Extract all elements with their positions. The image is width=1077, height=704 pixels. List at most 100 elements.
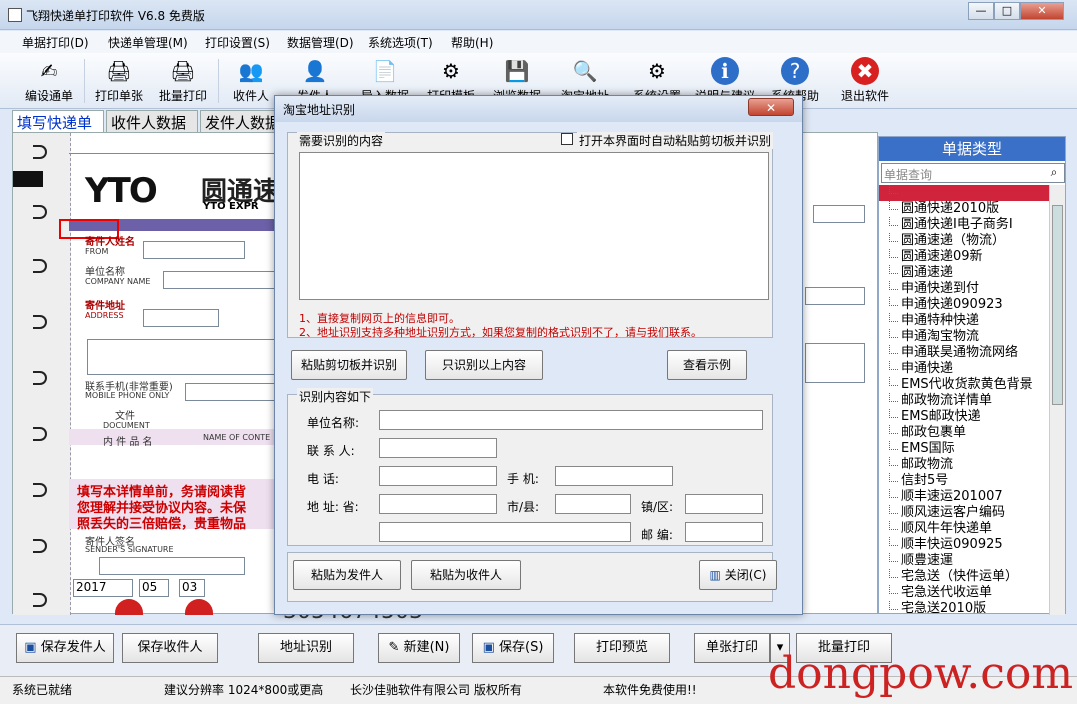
month-input[interactable]: 05 bbox=[139, 579, 169, 597]
watermark: dongpow.com bbox=[768, 648, 1074, 699]
new-icon: ✎ bbox=[388, 640, 400, 655]
template-item[interactable]: 申通快递 bbox=[879, 361, 1049, 377]
view-example-button[interactable]: 查看示例 bbox=[667, 350, 747, 380]
template-item[interactable]: 信封5号 bbox=[879, 473, 1049, 489]
paste-recognize-button[interactable]: 粘贴剪切板并识别 bbox=[291, 350, 407, 380]
menu-print-settings[interactable]: 打印设置(S) bbox=[205, 34, 270, 51]
town-input[interactable] bbox=[685, 494, 763, 514]
auto-recognize-checkbox[interactable] bbox=[561, 133, 573, 145]
address-recognize-button[interactable]: 地址识别 bbox=[258, 633, 354, 663]
minimize-button[interactable]: — bbox=[968, 2, 994, 20]
toolbar-batch-print-button[interactable]: 🖨 批量打印 bbox=[150, 55, 216, 107]
toolbar-exit-button[interactable]: ✖ 退出软件 bbox=[832, 55, 898, 107]
template-item[interactable]: 申通快递到付 bbox=[879, 281, 1049, 297]
template-item[interactable]: 圆通速递（物流） bbox=[879, 233, 1049, 249]
person-icon: 👤 bbox=[302, 59, 328, 83]
auto-recognize-label: 打开本界面时自动粘贴剪切板并识别 bbox=[577, 132, 774, 149]
template-item[interactable]: 申通淘宝物流 bbox=[879, 329, 1049, 345]
menu-help[interactable]: 帮助(H) bbox=[451, 34, 493, 51]
template-item[interactable]: 邮政包裹单 bbox=[879, 425, 1049, 441]
mobile-input[interactable] bbox=[555, 466, 673, 486]
day-input[interactable]: 03 bbox=[179, 579, 205, 597]
template-item[interactable]: 邮政物流详情单 bbox=[879, 393, 1049, 409]
dialog-close-x-button[interactable]: ✕ bbox=[748, 98, 794, 116]
from-label: FROM bbox=[85, 247, 109, 256]
paste-as-receiver-button[interactable]: 粘贴为收件人 bbox=[411, 560, 521, 590]
close-window-button[interactable]: ✕ bbox=[1020, 2, 1064, 20]
phone-input[interactable] bbox=[185, 383, 277, 401]
year-input[interactable]: 2017 bbox=[73, 579, 133, 597]
template-item[interactable]: 申通联昊通物流网络 bbox=[879, 345, 1049, 361]
marker bbox=[13, 171, 43, 187]
item-label: 内 件 品 名 bbox=[103, 437, 153, 448]
contact-input[interactable] bbox=[379, 438, 497, 458]
template-item[interactable]: 圆通快递I电子商务I bbox=[879, 217, 1049, 233]
address-textarea[interactable] bbox=[87, 339, 277, 375]
sender-name-input[interactable] bbox=[143, 241, 245, 259]
single-print-button[interactable]: 单张打印 bbox=[694, 633, 770, 663]
scroll-thumb[interactable] bbox=[1052, 205, 1063, 405]
company-input[interactable] bbox=[163, 271, 275, 289]
template-panel: 单据类型 单据查询 ⌕ 圆通快递2010版 圆通快递I电子商务I 圆通速递（物流… bbox=[878, 136, 1066, 615]
menu-print[interactable]: 单据打印(D) bbox=[22, 34, 89, 51]
save-receiver-button[interactable]: 保存收件人 bbox=[122, 633, 218, 663]
paste-as-sender-button[interactable]: 粘贴为发件人 bbox=[293, 560, 401, 590]
template-item[interactable]: 申通特种快递 bbox=[879, 313, 1049, 329]
save-icon: ▣ bbox=[24, 640, 37, 655]
right-form-input[interactable] bbox=[805, 343, 865, 383]
template-item[interactable]: EMS代收货款黄色背景 bbox=[879, 377, 1049, 393]
recognize-only-button[interactable]: 只识别以上内容 bbox=[425, 350, 543, 380]
province-input[interactable] bbox=[379, 494, 497, 514]
new-button[interactable]: ✎ 新建(N) bbox=[378, 633, 460, 663]
save-button[interactable]: ▣ 保存(S) bbox=[472, 633, 554, 663]
city-input[interactable] bbox=[555, 494, 631, 514]
save-sender-label: 保存发件人 bbox=[40, 640, 106, 655]
street-input[interactable] bbox=[379, 522, 631, 542]
toolbar-print-single-button[interactable]: 🖨 打印单张 bbox=[86, 55, 152, 107]
template-item[interactable]: 顺豊速運 bbox=[879, 553, 1049, 569]
template-item[interactable]: 圆通快递2010版 bbox=[879, 201, 1049, 217]
template-item[interactable]: 圆通速递 bbox=[879, 265, 1049, 281]
ring bbox=[33, 259, 47, 273]
menu-system[interactable]: 系统选项(T) bbox=[368, 34, 433, 51]
template-item[interactable]: 宅急送2010版 bbox=[879, 601, 1049, 615]
menu-express[interactable]: 快递单管理(M) bbox=[108, 34, 188, 51]
template-item[interactable]: 宅急送（快件运单） bbox=[879, 569, 1049, 585]
template-list-scrollbar[interactable] bbox=[1049, 185, 1065, 615]
unit-input[interactable] bbox=[379, 410, 763, 430]
template-item[interactable]: 顺丰快运090925 bbox=[879, 537, 1049, 553]
toolbar-fill-button[interactable]: ✍ 编设通单 bbox=[16, 55, 82, 107]
right-form-input[interactable] bbox=[805, 287, 865, 305]
maximize-button[interactable]: □ bbox=[994, 2, 1020, 20]
result-group-label: 识别内容如下 bbox=[297, 388, 374, 405]
template-item[interactable]: 邮政物流 bbox=[879, 457, 1049, 473]
ring bbox=[33, 539, 47, 553]
tab-receiver-data[interactable]: 收件人数据 bbox=[106, 110, 198, 132]
search-icon[interactable]: ⌕ bbox=[1045, 165, 1063, 181]
template-item[interactable]: 顺丰速运201007 bbox=[879, 489, 1049, 505]
save-sender-button[interactable]: ▣ 保存发件人 bbox=[16, 633, 114, 663]
template-search-input[interactable]: 单据查询 bbox=[881, 163, 1065, 183]
template-item[interactable]: 顺风牛年快递单 bbox=[879, 521, 1049, 537]
template-item[interactable]: 顺风速运客户编码 bbox=[879, 505, 1049, 521]
seal-icon bbox=[115, 599, 143, 615]
template-list: 圆通快递2010版 圆通快递I电子商务I 圆通速递（物流） 圆通速递09新 圆通… bbox=[879, 185, 1049, 615]
template-item[interactable] bbox=[879, 185, 1049, 201]
menu-data[interactable]: 数据管理(D) bbox=[287, 34, 354, 51]
zip-label: 邮 编: bbox=[641, 528, 673, 542]
phone-input[interactable] bbox=[379, 466, 497, 486]
template-item[interactable]: 圆通速递09新 bbox=[879, 249, 1049, 265]
province-select[interactable] bbox=[143, 309, 219, 327]
taobao-address-dialog: 淘宝地址识别 ✕ 需要识别的内容 打开本界面时自动粘贴剪切板并识别 1、直接复制… bbox=[274, 95, 803, 615]
tab-fill-express[interactable]: 填写快递单 bbox=[12, 110, 104, 132]
zip-input[interactable] bbox=[685, 522, 763, 542]
template-item[interactable]: EMS国际 bbox=[879, 441, 1049, 457]
content-textarea[interactable] bbox=[299, 152, 769, 300]
right-form-select[interactable] bbox=[813, 205, 865, 223]
signature-input[interactable] bbox=[99, 557, 245, 575]
dialog-close-button[interactable]: ▥ 关闭(C) bbox=[699, 560, 777, 590]
print-preview-button[interactable]: 打印预览 bbox=[574, 633, 670, 663]
template-item[interactable]: EMS邮政快递 bbox=[879, 409, 1049, 425]
template-item[interactable]: 申通快递090923 bbox=[879, 297, 1049, 313]
template-item[interactable]: 宅急送代收运单 bbox=[879, 585, 1049, 601]
